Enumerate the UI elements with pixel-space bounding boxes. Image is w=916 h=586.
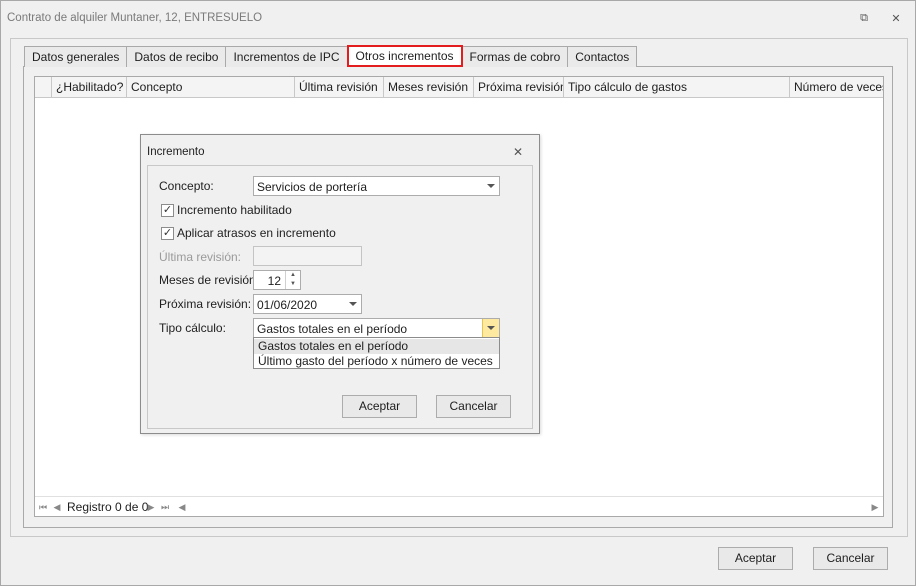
last-record-icon[interactable]: ⏭ xyxy=(159,500,171,514)
chevron-down-icon[interactable] xyxy=(482,177,499,195)
chevron-down-icon[interactable] xyxy=(482,319,499,337)
column-meses-revision[interactable]: Meses revisión xyxy=(384,77,474,97)
proxima-revision-value: 01/06/2020 xyxy=(257,298,318,312)
spin-down-icon[interactable]: ▼ xyxy=(286,280,300,289)
tipo-calculo-dropdown: Gastos totales en el período Último gast… xyxy=(253,337,500,369)
dropdown-option[interactable]: Último gasto del período x número de vec… xyxy=(254,354,499,369)
tab-strip: Datos generales Datos de recibo Incremen… xyxy=(24,45,638,67)
accept-button[interactable]: Aceptar xyxy=(718,547,793,570)
tipo-calculo-label: Tipo cálculo: xyxy=(159,321,226,335)
ultima-revision-label: Última revisión: xyxy=(159,250,242,264)
column-tipo-calculo[interactable]: Tipo cálculo de gastos xyxy=(564,77,790,97)
scroll-right-icon[interactable]: ▶ xyxy=(869,500,881,514)
calendar-dropdown-icon[interactable] xyxy=(344,295,361,313)
column-numero-veces[interactable]: Número de veces xyxy=(790,77,883,97)
meses-revision-stepper[interactable]: 12 ▲ ▼ xyxy=(253,270,301,290)
spin-buttons[interactable]: ▲ ▼ xyxy=(285,271,300,289)
tab-contactos[interactable]: Contactos xyxy=(567,46,638,67)
next-record-icon[interactable]: ▶ xyxy=(145,500,157,514)
tab-formas-de-cobro[interactable]: Formas de cobro xyxy=(461,46,569,67)
incremento-habilitado-label: Incremento habilitado xyxy=(177,203,292,217)
column-concepto[interactable]: Concepto xyxy=(127,77,295,97)
dropdown-option[interactable]: Gastos totales en el período xyxy=(254,339,499,354)
grid-header: ¿Habilitado? Concepto Última revisión Me… xyxy=(35,77,883,98)
concepto-label: Concepto: xyxy=(159,179,214,193)
cancel-button[interactable]: Cancelar xyxy=(813,547,888,570)
spin-up-icon[interactable]: ▲ xyxy=(286,271,300,280)
window-title: Contrato de alquiler Muntaner, 12, ENTRE… xyxy=(7,12,263,24)
first-record-icon[interactable]: ⏮ xyxy=(37,500,49,514)
proxima-revision-date[interactable]: 01/06/2020 xyxy=(253,294,362,314)
proxima-revision-label: Próxima revisión: xyxy=(159,297,252,311)
column-habilitado[interactable]: ¿Habilitado? xyxy=(52,77,127,97)
grid-navigator: ⏮ ◀ Registro 0 de 0 ▶ ⏭ ◀ ▶ xyxy=(35,496,883,516)
concepto-combo[interactable]: Servicios de portería xyxy=(253,176,500,196)
row-indicator-header xyxy=(35,77,52,97)
dialog-cancel-button[interactable]: Cancelar xyxy=(436,395,511,418)
dialog-close-icon[interactable]: ✕ xyxy=(513,145,523,159)
incremento-habilitado-checkbox[interactable]: ✓ xyxy=(161,204,174,217)
meses-revision-label: Meses de revisión: xyxy=(159,273,260,287)
close-icon[interactable]: ✕ xyxy=(888,10,904,26)
tab-incrementos-ipc[interactable]: Incrementos de IPC xyxy=(225,46,348,67)
title-bar: Contrato de alquiler Muntaner, 12, ENTRE… xyxy=(1,1,915,35)
prev-record-icon[interactable]: ◀ xyxy=(51,500,63,514)
aplicar-atrasos-checkbox[interactable]: ✓ xyxy=(161,227,174,240)
column-proxima-revision[interactable]: Próxima revisión xyxy=(474,77,564,97)
record-counter: Registro 0 de 0 xyxy=(67,500,149,514)
tab-otros-incrementos[interactable]: Otros incrementos xyxy=(346,45,463,67)
meses-revision-value: 12 xyxy=(267,274,281,288)
tipo-calculo-combo[interactable]: Gastos totales en el período xyxy=(253,318,500,338)
tab-datos-generales[interactable]: Datos generales xyxy=(24,46,128,67)
dialog-accept-button[interactable]: Aceptar xyxy=(342,395,417,418)
concepto-value: Servicios de portería xyxy=(257,180,368,194)
scroll-left-icon[interactable]: ◀ xyxy=(176,500,188,514)
ultima-revision-field xyxy=(253,246,362,266)
dialog-title: Incremento xyxy=(147,146,205,158)
aplicar-atrasos-label: Aplicar atrasos en incremento xyxy=(177,226,336,240)
restore-icon[interactable]: ⧉ xyxy=(856,10,872,26)
tab-datos-de-recibo[interactable]: Datos de recibo xyxy=(126,46,227,67)
tipo-calculo-value: Gastos totales en el período xyxy=(257,322,408,336)
column-ultima-revision[interactable]: Última revisión xyxy=(295,77,384,97)
